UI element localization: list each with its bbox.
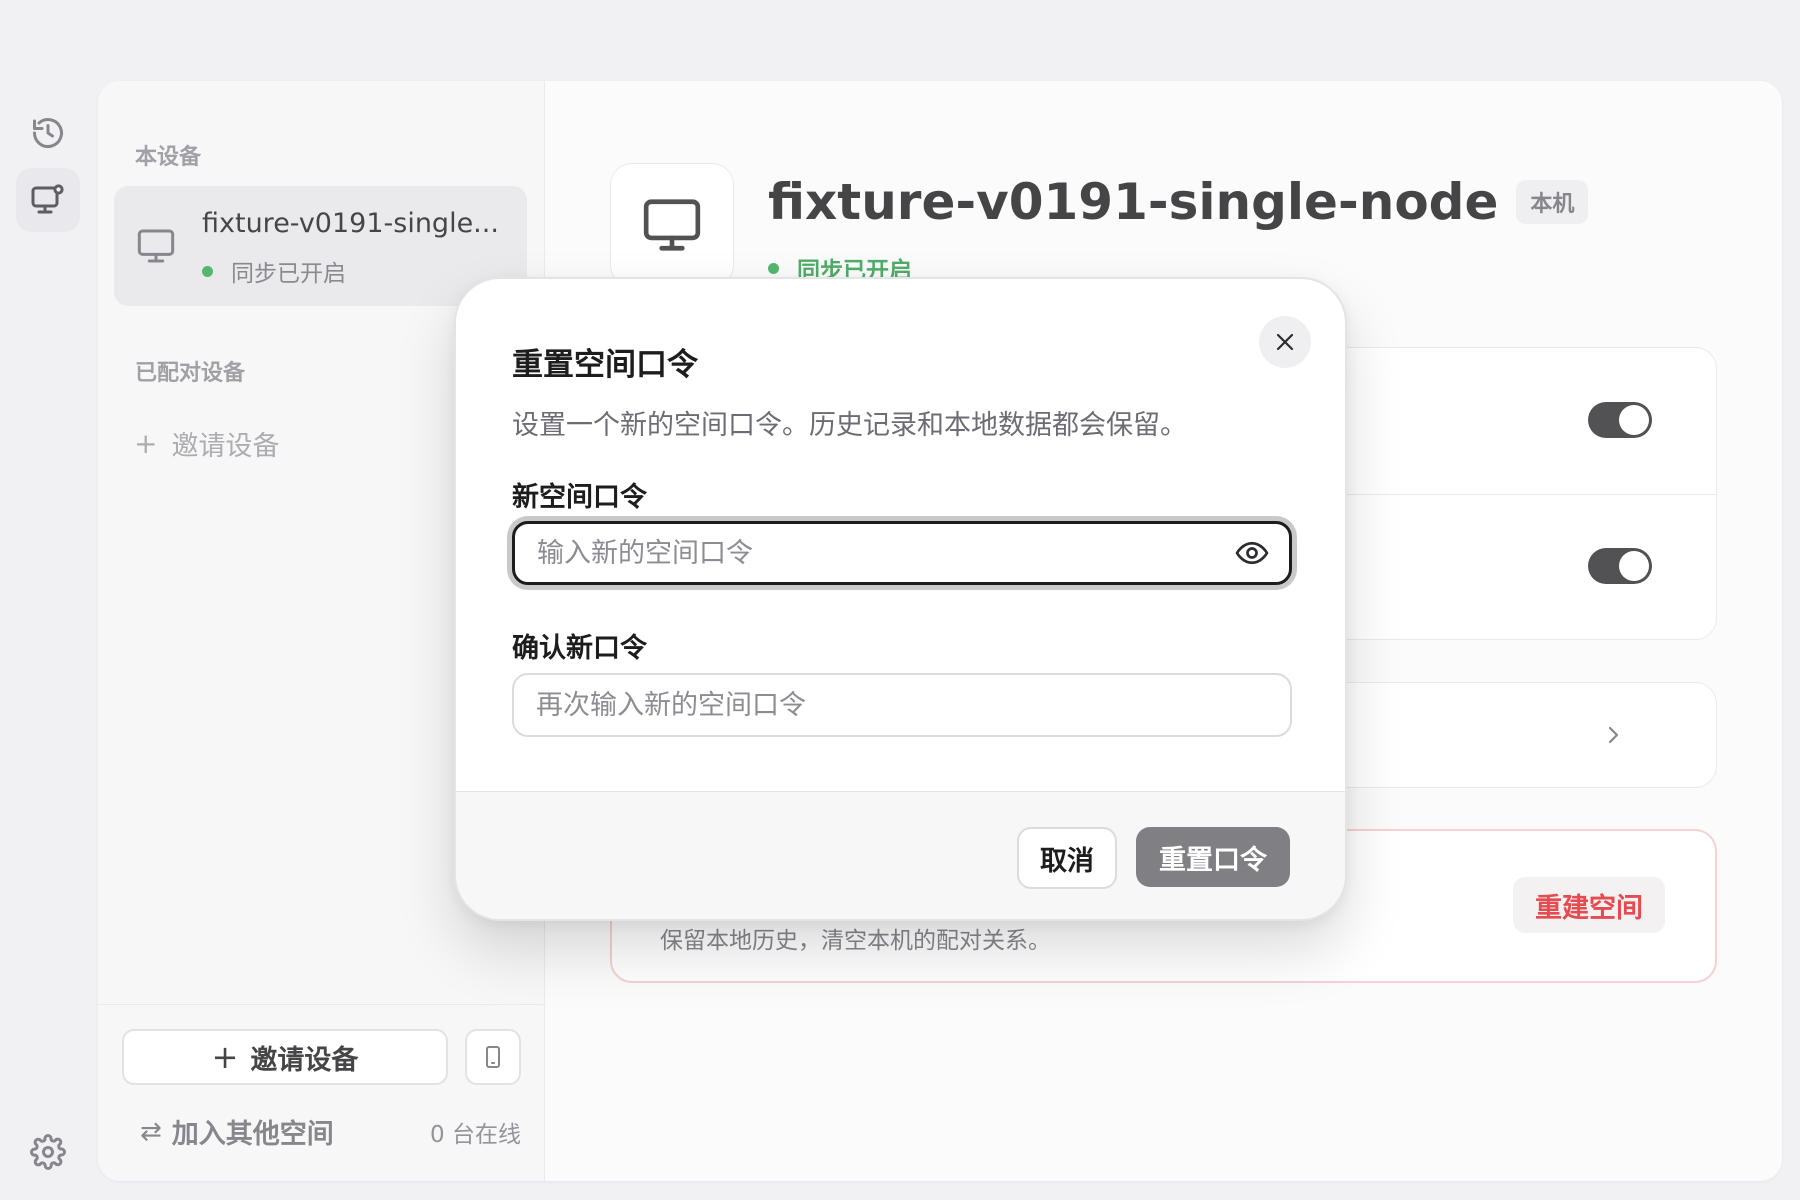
close-button[interactable] xyxy=(1259,316,1311,368)
dialog-footer: 取消 重置口令 xyxy=(456,791,1345,919)
reset-passphrase-dialog: 重置空间口令 设置一个新的空间口令。历史记录和本地数据都会保留。 新空间口令 确… xyxy=(454,277,1347,921)
confirm-passphrase-label: 确认新口令 xyxy=(512,633,647,664)
dialog-description: 设置一个新的空间口令。历史记录和本地数据都会保留。 xyxy=(512,410,1187,441)
cancel-button[interactable]: 取消 xyxy=(1017,827,1117,889)
new-passphrase-label: 新空间口令 xyxy=(512,482,647,513)
dialog-title: 重置空间口令 xyxy=(512,347,698,383)
eye-icon[interactable] xyxy=(1234,535,1270,571)
new-passphrase-input[interactable] xyxy=(512,521,1292,585)
confirm-passphrase-input[interactable] xyxy=(512,673,1292,737)
reset-passphrase-button[interactable]: 重置口令 xyxy=(1136,827,1290,887)
close-icon xyxy=(1276,333,1294,351)
